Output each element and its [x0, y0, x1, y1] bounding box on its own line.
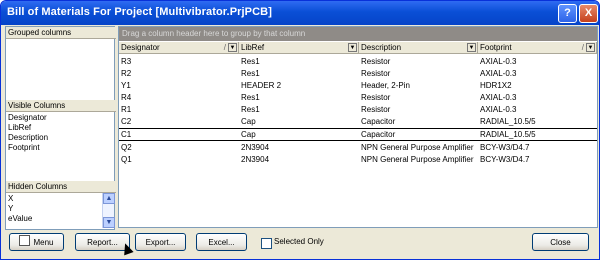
table-row[interactable]: C2 Cap Capacitor RADIAL_10.5/5 — [119, 116, 597, 127]
table-row[interactable]: Y1 HEADER 2 Header, 2-Pin HDR1X2 — [119, 80, 597, 91]
table-row-selected[interactable]: C1 Cap Capacitor RADIAL_10.5/5 — [119, 128, 597, 141]
col-header-libref[interactable]: LibRef ▼ — [239, 42, 359, 54]
visible-col-footprint[interactable]: Footprint — [8, 143, 40, 152]
cell-description: Capacitor — [361, 130, 396, 139]
cell-footprint: BCY-W3/D4.7 — [480, 155, 530, 164]
cell-designator: R1 — [121, 105, 132, 114]
scroll-down-icon[interactable]: ▼ — [103, 217, 115, 228]
cell-description: Header, 2-Pin — [361, 81, 410, 90]
hidden-col-evalue[interactable]: eValue — [8, 214, 32, 223]
bom-dialog: Bill of Materials For Project [Multivibr… — [0, 0, 600, 260]
hidden-columns-header: Hidden Columns — [6, 181, 116, 193]
cell-footprint: BCY-W3/D4.7 — [480, 143, 530, 152]
cell-libref: HEADER 2 — [241, 81, 282, 90]
cell-footprint: HDR1X2 — [480, 81, 512, 90]
cell-libref: Res1 — [241, 105, 260, 114]
close-window-button[interactable]: X — [579, 4, 598, 23]
sort-indicator-icon: / — [581, 43, 584, 52]
cell-description: NPN General Purpose Amplifier — [361, 155, 474, 164]
cell-description: Capacitor — [361, 117, 396, 126]
columns-panel: Grouped columns Visible Columns Designat… — [5, 26, 116, 230]
cell-description: NPN General Purpose Amplifier — [361, 143, 474, 152]
mouse-cursor-icon — [120, 241, 134, 256]
col-header-description[interactable]: Description ▼ — [359, 42, 478, 54]
cell-footprint: AXIAL-0.3 — [480, 57, 517, 66]
selected-only-checkbox[interactable] — [261, 238, 272, 249]
cell-description: Resistor — [361, 93, 391, 102]
col-header-designator[interactable]: Designator / ▼ — [119, 42, 239, 54]
cell-description: Resistor — [361, 69, 391, 78]
help-button[interactable]: ? — [558, 4, 577, 23]
visible-columns-header: Visible Columns — [6, 100, 116, 112]
sort-indicator-icon: / — [223, 43, 226, 52]
cell-description: Resistor — [361, 105, 391, 114]
menu-icon — [19, 235, 31, 246]
cell-footprint: AXIAL-0.3 — [480, 93, 517, 102]
cell-libref: 2N3904 — [241, 143, 270, 152]
menu-button[interactable]: Menu — [9, 233, 64, 251]
cell-libref: Res1 — [241, 93, 260, 102]
col-header-libref-label: LibRef — [241, 43, 265, 52]
cell-designator: C1 — [121, 130, 132, 139]
cell-libref: Res1 — [241, 57, 260, 66]
cell-footprint: RADIAL_10.5/5 — [480, 130, 536, 139]
visible-col-designator[interactable]: Designator — [8, 113, 47, 122]
close-button[interactable]: Close — [532, 233, 589, 251]
col-header-description-label: Description — [361, 43, 402, 52]
filter-dropdown-icon[interactable]: ▼ — [467, 43, 476, 52]
visible-col-libref[interactable]: LibRef — [8, 123, 31, 132]
title-bar: Bill of Materials For Project [Multivibr… — [1, 1, 599, 25]
cell-libref: Cap — [241, 117, 256, 126]
hidden-columns-scrollbar[interactable]: ▲ ▼ — [102, 193, 115, 228]
filter-dropdown-icon[interactable]: ▼ — [348, 43, 357, 52]
menu-button-label: Menu — [33, 238, 54, 247]
excel-button[interactable]: Excel... — [196, 233, 247, 251]
cell-designator: R2 — [121, 69, 132, 78]
cell-description: Resistor — [361, 57, 391, 66]
hidden-col-x[interactable]: X — [8, 194, 13, 203]
cell-libref: Res1 — [241, 69, 260, 78]
bom-grid: Drag a column header here to group by th… — [118, 26, 598, 228]
export-button[interactable]: Export... — [135, 233, 186, 251]
filter-dropdown-icon[interactable]: ▼ — [586, 43, 595, 52]
selected-only-label: Selected Only — [274, 237, 324, 246]
table-row[interactable]: R4 Res1 Resistor AXIAL-0.3 — [119, 92, 597, 103]
col-header-footprint[interactable]: Footprint / ▼ — [478, 42, 597, 54]
cell-designator: Q1 — [121, 155, 132, 164]
visible-col-description[interactable]: Description — [8, 133, 48, 142]
table-row[interactable]: R1 Res1 Resistor AXIAL-0.3 — [119, 104, 597, 115]
table-row[interactable]: R3 Res1 Resistor AXIAL-0.3 — [119, 56, 597, 67]
cell-designator: Q2 — [121, 143, 132, 152]
col-header-designator-label: Designator — [121, 43, 160, 52]
group-by-area[interactable]: Drag a column header here to group by th… — [119, 27, 597, 41]
scroll-up-icon[interactable]: ▲ — [103, 193, 115, 204]
window-title: Bill of Materials For Project [Multivibr… — [7, 6, 272, 18]
table-row[interactable]: Q2 2N3904 NPN General Purpose Amplifier … — [119, 142, 597, 153]
cell-designator: C2 — [121, 117, 132, 126]
cell-libref: Cap — [241, 130, 256, 139]
cell-footprint: RADIAL_10.5/5 — [480, 117, 536, 126]
table-row[interactable]: R2 Res1 Resistor AXIAL-0.3 — [119, 68, 597, 79]
grouped-columns-header: Grouped columns — [6, 27, 116, 39]
cell-designator: R4 — [121, 93, 132, 102]
cell-footprint: AXIAL-0.3 — [480, 105, 517, 114]
col-header-footprint-label: Footprint — [480, 43, 512, 52]
cell-designator: Y1 — [121, 81, 131, 90]
cell-libref: 2N3904 — [241, 155, 270, 164]
button-bar: Menu Report... Export... Excel... Select… — [1, 232, 599, 259]
hidden-col-y[interactable]: Y — [8, 204, 13, 213]
filter-dropdown-icon[interactable]: ▼ — [228, 43, 237, 52]
cell-designator: R3 — [121, 57, 132, 66]
cell-footprint: AXIAL-0.3 — [480, 69, 517, 78]
table-row[interactable]: Q1 2N3904 NPN General Purpose Amplifier … — [119, 154, 597, 165]
